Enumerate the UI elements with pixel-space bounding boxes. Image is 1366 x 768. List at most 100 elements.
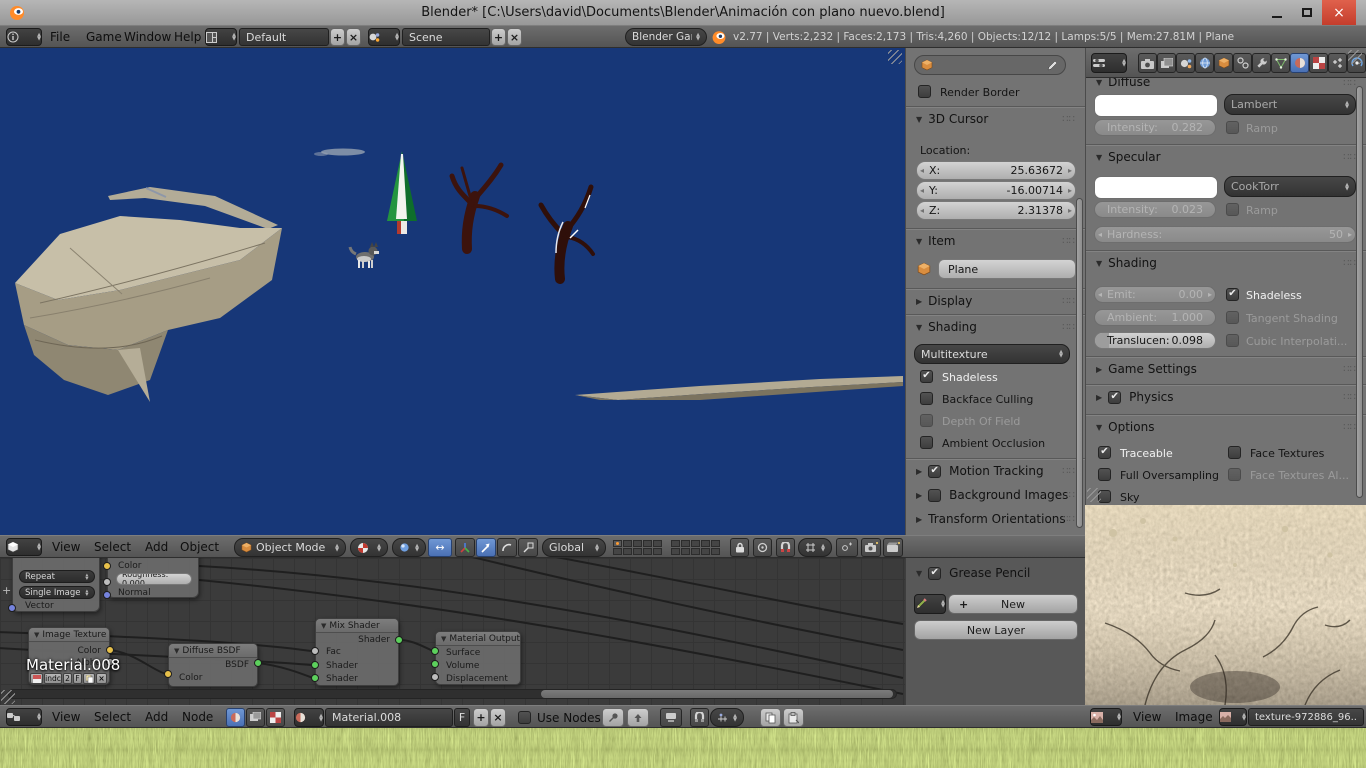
diffuse-shader-select[interactable]: Lambert	[1224, 94, 1356, 115]
decrement-icon[interactable]	[1098, 287, 1102, 302]
shadeless-checkbox[interactable]	[1226, 288, 1239, 301]
snap-toggle-button[interactable]	[776, 538, 795, 557]
tab-object[interactable]	[1214, 53, 1233, 73]
object-name-field[interactable]: Plane	[938, 259, 1076, 279]
ambient-slider[interactable]: Ambient:1.000	[1094, 309, 1216, 326]
face-textures-checkbox[interactable]	[1228, 446, 1241, 459]
tangent-shading-checkbox[interactable]	[1226, 311, 1239, 324]
material-name-field[interactable]: Material.008	[325, 708, 453, 727]
image-editor-type-button[interactable]	[1090, 708, 1122, 726]
hardness-slider[interactable]: Hardness:50	[1094, 226, 1356, 243]
node-snap-toggle-button[interactable]	[690, 708, 709, 727]
layer-toggle[interactable]	[691, 548, 700, 555]
node-editor[interactable]: Repeat Single Image Vector + Color Rough…	[0, 558, 905, 705]
maximize-button[interactable]	[1292, 0, 1322, 25]
screen-layout-field[interactable]: Default	[239, 28, 329, 46]
manipulator-toggle[interactable]: ↔	[428, 538, 452, 557]
node-texture-properties[interactable]: Repeat Single Image Vector	[12, 558, 100, 612]
panel-header-physics[interactable]: Physics	[1086, 390, 1366, 404]
emit-slider[interactable]: Emit:0.00	[1094, 286, 1216, 303]
eyedropper-icon[interactable]	[1047, 59, 1059, 71]
node-bsdf-properties[interactable]: Color Roughness: 0.000 Normal	[107, 558, 199, 598]
collapse-triangle-icon[interactable]	[441, 635, 446, 643]
physics-checkbox[interactable]	[1108, 391, 1121, 404]
panel-grip-icon[interactable]	[1062, 322, 1075, 333]
grease-pencil-new-button[interactable]: + New	[948, 594, 1078, 614]
add-layout-button[interactable]	[330, 28, 345, 46]
panel-grip-icon[interactable]	[1062, 568, 1075, 579]
menu-object[interactable]: Object	[176, 536, 223, 558]
panel-grip-icon[interactable]	[1343, 152, 1356, 163]
image-editor-canvas[interactable]	[1085, 505, 1366, 705]
surface-input-socket[interactable]	[431, 647, 439, 655]
roughness-input-socket[interactable]	[103, 578, 111, 586]
image-browse-button[interactable]	[1219, 708, 1247, 726]
layer-toggle[interactable]	[633, 548, 642, 555]
add-scene-button[interactable]	[491, 28, 506, 46]
fake-user-button[interactable]: F	[454, 708, 470, 727]
menu-window[interactable]: Window	[120, 26, 175, 48]
layer-toggle[interactable]	[671, 540, 680, 547]
face-textures-alpha-checkbox[interactable]	[1228, 468, 1241, 481]
paste-nodes-button[interactable]	[783, 708, 804, 727]
layer-toggle[interactable]	[681, 540, 690, 547]
panel-header-shading[interactable]: Shading	[1086, 256, 1366, 270]
pivot-point-select[interactable]	[392, 538, 426, 557]
shader1-input-socket[interactable]	[311, 661, 319, 669]
tab-render-layers[interactable]	[1157, 53, 1176, 73]
node-snap-element-select[interactable]	[710, 708, 744, 727]
fac-input-socket[interactable]	[311, 647, 319, 655]
pin-button[interactable]	[602, 708, 624, 727]
menu-add[interactable]: Add	[141, 706, 172, 728]
properties-editor-type-button[interactable]	[1091, 53, 1127, 73]
menu-view[interactable]: View	[1129, 706, 1165, 728]
go-to-parent-button[interactable]	[627, 708, 649, 727]
increment-icon[interactable]	[1208, 287, 1212, 302]
layer-toggle[interactable]	[701, 540, 710, 547]
snap-target-button[interactable]	[836, 538, 858, 557]
layer-toggle[interactable]	[711, 548, 720, 555]
mix-output-socket[interactable]	[395, 636, 403, 644]
3d-viewport[interactable]	[0, 48, 905, 535]
layer-toggle[interactable]	[681, 548, 690, 555]
manipulator-scale-button[interactable]	[518, 538, 538, 557]
layer-toggle[interactable]	[613, 548, 622, 555]
panel-grip-icon[interactable]	[1343, 258, 1356, 269]
area-resize-grip[interactable]	[1348, 50, 1362, 64]
panel-grip-icon[interactable]	[1062, 236, 1075, 247]
material-copy-chip[interactable]	[83, 673, 95, 684]
copy-nodes-button[interactable]	[760, 708, 781, 727]
full-oversampling-checkbox[interactable]	[1098, 468, 1111, 481]
panel-header-options[interactable]: Options	[1086, 420, 1366, 434]
tab-object-data[interactable]	[1271, 53, 1290, 73]
node-options-button[interactable]	[660, 708, 682, 727]
material-name-chip[interactable]: indc	[44, 673, 62, 684]
shading-mode-select[interactable]: Multitexture	[914, 344, 1070, 364]
collapse-triangle-icon[interactable]	[34, 631, 39, 639]
menu-select[interactable]: Select	[90, 536, 135, 558]
layer-toggle[interactable]	[643, 548, 652, 555]
menu-view[interactable]: View	[48, 706, 84, 728]
diffuse-ramp-checkbox[interactable]	[1226, 121, 1239, 134]
ambient-occlusion-checkbox[interactable]	[920, 436, 933, 449]
use-nodes-checkbox[interactable]	[518, 711, 531, 724]
collapse-triangle-icon[interactable]	[174, 647, 179, 655]
close-button[interactable]: ×	[1322, 0, 1356, 25]
panel-header-specular[interactable]: Specular	[1086, 150, 1366, 164]
tab-scene[interactable]	[1176, 53, 1195, 73]
sidebar-scrollbar[interactable]	[1076, 198, 1083, 528]
tab-material[interactable]	[1290, 53, 1309, 73]
tex-source-select[interactable]: Single Image	[19, 586, 95, 599]
properties-scrollbar[interactable]	[1356, 86, 1363, 498]
specular-color-swatch[interactable]	[1094, 176, 1218, 199]
translucency-slider[interactable]: Translucen: 0.098	[1094, 332, 1216, 349]
tab-render[interactable]	[1138, 53, 1157, 73]
engine-select[interactable]: Blender Game	[625, 28, 707, 46]
cursor-x-field[interactable]: X:25.63672	[916, 161, 1076, 180]
material-fake-user-chip[interactable]: F	[73, 673, 82, 684]
motion-tracking-checkbox[interactable]	[928, 465, 941, 478]
collapsed-socket-icon[interactable]: +	[2, 584, 11, 597]
material-thumb-chip[interactable]	[30, 673, 43, 684]
area-resize-grip[interactable]	[888, 50, 902, 64]
snap-element-select[interactable]	[798, 538, 832, 557]
